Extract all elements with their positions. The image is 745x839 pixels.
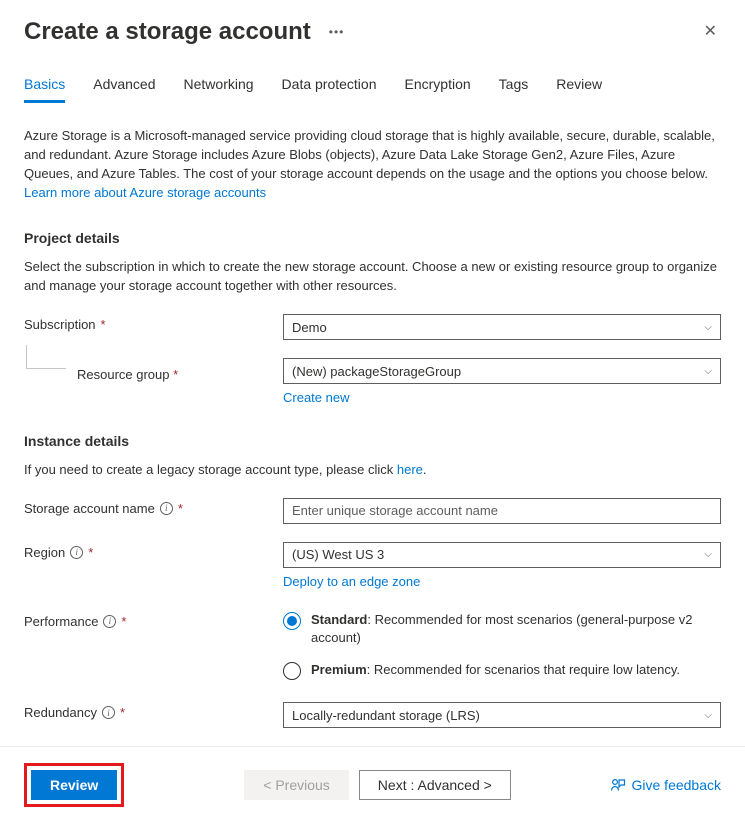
review-button[interactable]: Review: [31, 770, 117, 800]
resource-group-select[interactable]: (New) packageStorageGroup ⌵: [283, 358, 721, 384]
intro-body: Azure Storage is a Microsoft-managed ser…: [24, 128, 715, 181]
subscription-value: Demo: [292, 320, 327, 335]
tree-connector: [26, 345, 66, 369]
previous-button: < Previous: [244, 770, 349, 800]
tab-advanced[interactable]: Advanced: [93, 76, 155, 103]
tab-networking[interactable]: Networking: [184, 76, 254, 103]
tab-review[interactable]: Review: [556, 76, 602, 103]
performance-premium-radio[interactable]: [283, 662, 301, 680]
subscription-label: Subscription *: [24, 314, 283, 332]
instance-details-heading: Instance details: [24, 433, 721, 449]
feedback-label: Give feedback: [632, 777, 722, 793]
footer: Review < Previous Next : Advanced > Give…: [0, 746, 745, 827]
region-select[interactable]: (US) West US 3 ⌵: [283, 542, 721, 568]
tab-encryption[interactable]: Encryption: [405, 76, 471, 103]
storage-name-input[interactable]: [283, 498, 721, 524]
feedback-icon: [610, 777, 626, 793]
storage-name-label: Storage account name i *: [24, 498, 283, 516]
chevron-down-icon: ⌵: [704, 710, 712, 721]
tab-data-protection[interactable]: Data protection: [282, 76, 377, 103]
deploy-edge-link[interactable]: Deploy to an edge zone: [283, 574, 420, 589]
page-title: Create a storage account: [24, 18, 319, 46]
performance-premium-label: Premium: Recommended for scenarios that …: [311, 661, 680, 679]
review-highlight: Review: [24, 763, 124, 807]
performance-standard-label: Standard: Recommended for most scenarios…: [311, 611, 721, 647]
region-label: Region i *: [24, 542, 283, 560]
project-details-desc: Select the subscription in which to crea…: [24, 258, 721, 296]
chevron-down-icon: ⌵: [704, 549, 712, 560]
tab-tags[interactable]: Tags: [499, 76, 529, 103]
more-actions-icon[interactable]: •••: [329, 25, 345, 39]
redundancy-select[interactable]: Locally-redundant storage (LRS) ⌵: [283, 702, 721, 728]
performance-label: Performance i *: [24, 611, 283, 629]
close-icon[interactable]: ✕: [700, 20, 721, 44]
info-icon[interactable]: i: [103, 615, 116, 628]
create-new-link[interactable]: Create new: [283, 390, 349, 405]
legacy-note: If you need to create a legacy storage a…: [24, 461, 721, 480]
intro-text: Azure Storage is a Microsoft-managed ser…: [24, 127, 721, 202]
header: Create a storage account ••• ✕: [24, 18, 721, 46]
chevron-down-icon: ⌵: [704, 322, 712, 333]
give-feedback-link[interactable]: Give feedback: [610, 777, 722, 793]
resource-group-label: Resource group *: [77, 361, 283, 382]
chevron-down-icon: ⌵: [704, 366, 712, 377]
info-icon[interactable]: i: [102, 706, 115, 719]
info-icon[interactable]: i: [70, 546, 83, 559]
region-value: (US) West US 3: [292, 547, 384, 562]
project-details-heading: Project details: [24, 230, 721, 246]
performance-standard-radio[interactable]: [283, 612, 301, 630]
next-button[interactable]: Next : Advanced >: [359, 770, 511, 800]
learn-more-link[interactable]: Learn more about Azure storage accounts: [24, 185, 266, 200]
redundancy-label: Redundancy i *: [24, 702, 283, 720]
subscription-select[interactable]: Demo ⌵: [283, 314, 721, 340]
info-icon[interactable]: i: [160, 502, 173, 515]
tab-basics[interactable]: Basics: [24, 76, 65, 103]
resource-group-value: (New) packageStorageGroup: [292, 364, 461, 379]
redundancy-value: Locally-redundant storage (LRS): [292, 708, 480, 723]
legacy-here-link[interactable]: here: [397, 462, 423, 477]
tabs: Basics Advanced Networking Data protecti…: [24, 76, 721, 103]
